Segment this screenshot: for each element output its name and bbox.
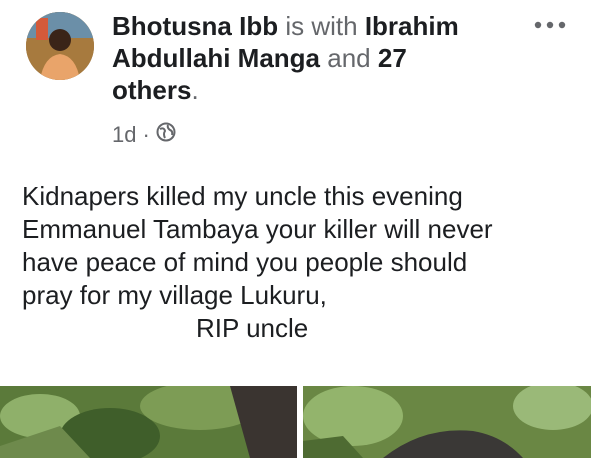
meta-separator: · — [142, 122, 150, 147]
post-meta: 1d · — [112, 122, 176, 148]
post-photo[interactable] — [0, 386, 297, 458]
post-body: Kidnapers killed my uncle this evening E… — [22, 180, 582, 345]
post-text-line: Kidnapers killed my uncle this evening — [22, 181, 463, 211]
header-period: . — [191, 75, 199, 105]
author-name[interactable]: Bhotusna Ibb — [112, 11, 278, 41]
post-timestamp[interactable]: 1d — [112, 122, 136, 148]
post-text-line: RIP uncle — [196, 313, 309, 343]
post-text-line: Emmanuel Tambaya your killer will never — [22, 214, 493, 244]
post-header: Bhotusna Ibb is with Ibrahim Abdullahi M… — [112, 10, 472, 106]
more-options-icon[interactable] — [533, 6, 567, 37]
post-photo[interactable] — [303, 386, 591, 458]
post-text-line: have peace of mind you people should — [22, 247, 468, 277]
and-text: and — [327, 43, 371, 73]
avatar-image — [26, 12, 94, 80]
with-text: is with — [285, 11, 358, 41]
facebook-post: Bhotusna Ibb is with Ibrahim Abdullahi M… — [0, 0, 591, 458]
globe-icon[interactable] — [156, 122, 176, 148]
author-avatar[interactable] — [26, 12, 94, 80]
others-count: 27 — [377, 43, 407, 73]
post-text-line: pray for my village Lukuru, — [22, 280, 327, 310]
others-label: others — [112, 75, 192, 105]
